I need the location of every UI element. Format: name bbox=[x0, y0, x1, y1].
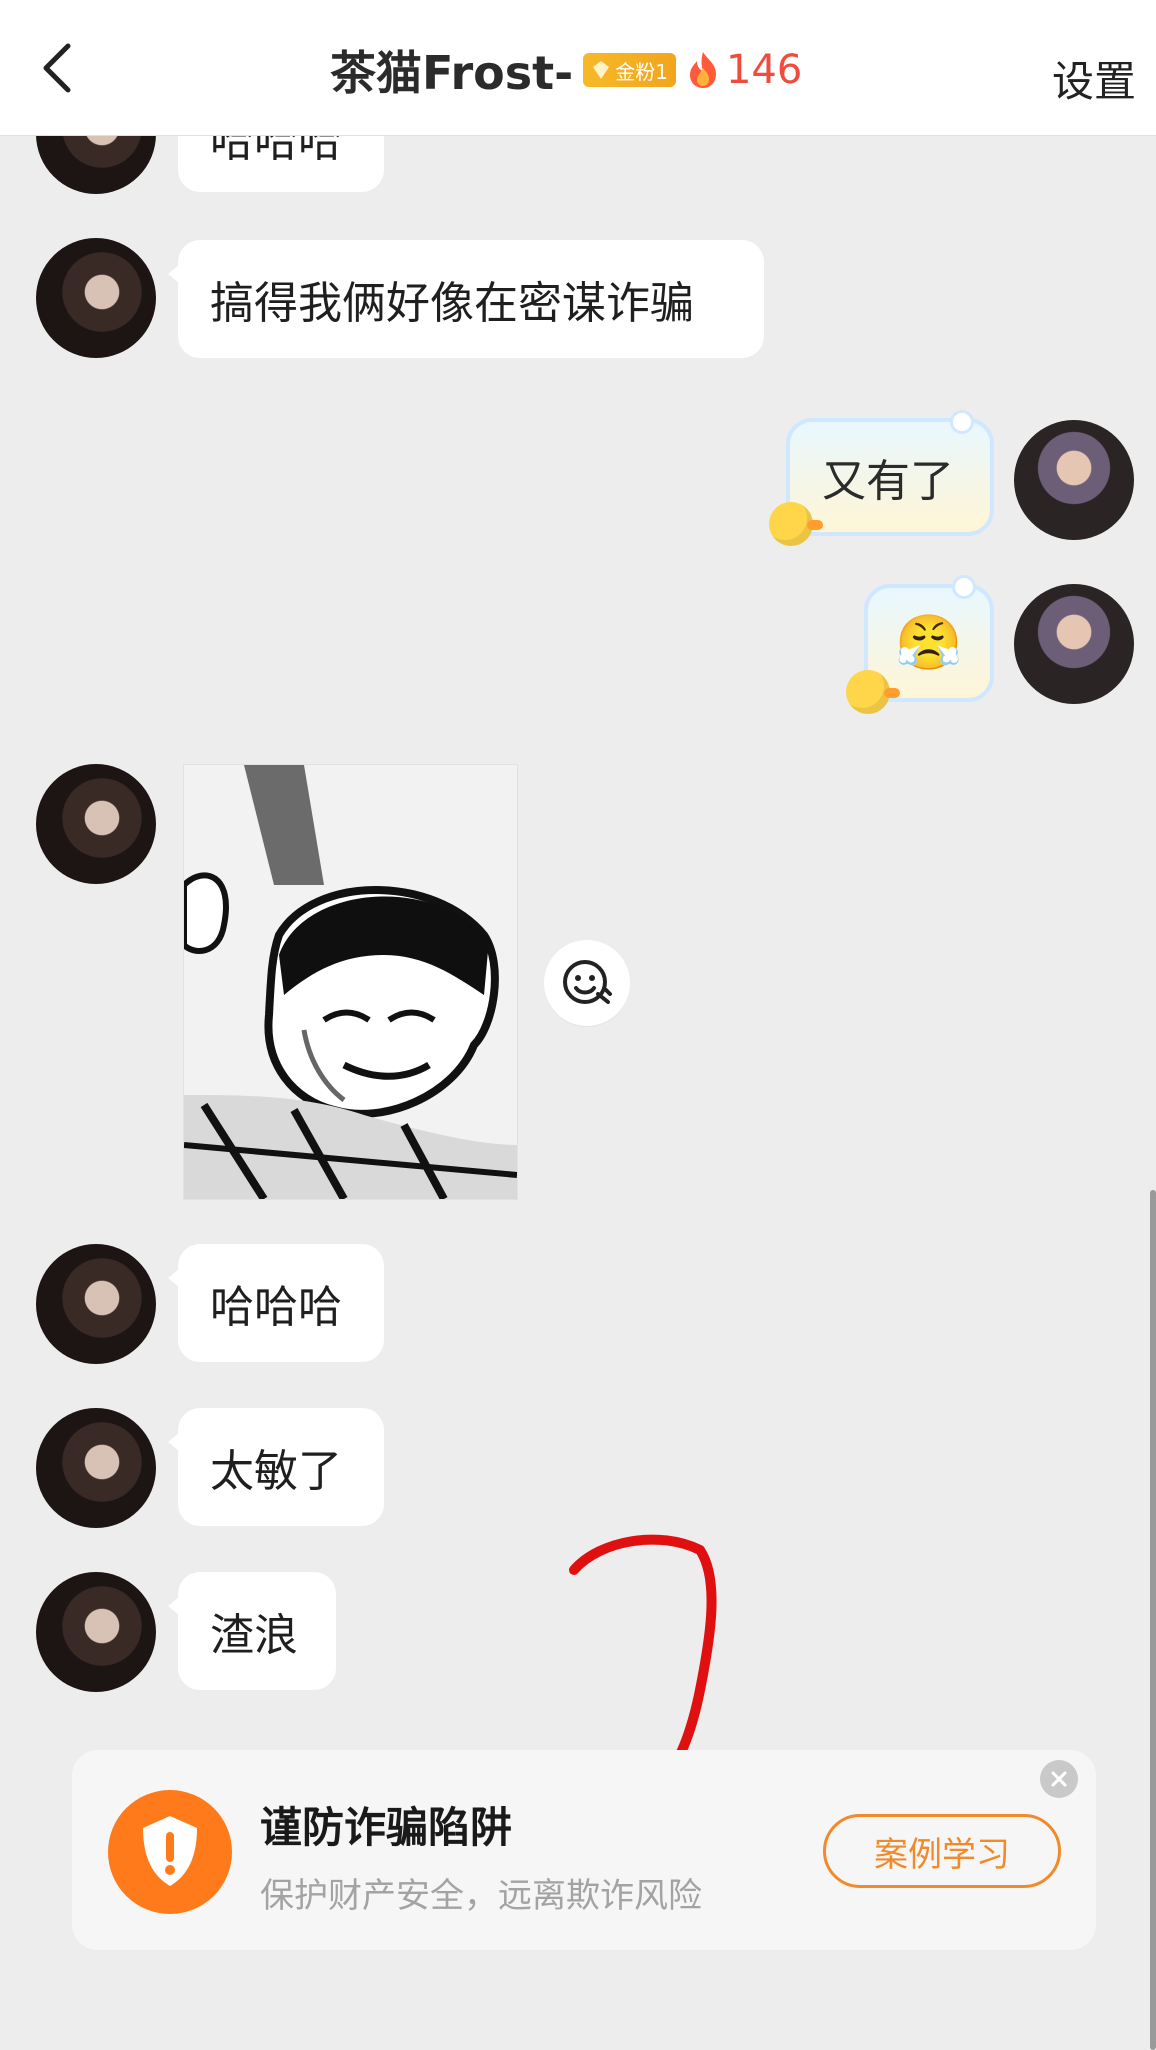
fan-badge[interactable]: 金粉1 bbox=[583, 53, 676, 87]
bubble-dot-decoration bbox=[952, 575, 976, 599]
close-icon bbox=[1051, 1771, 1067, 1787]
chat-header: 茶猫Frost- 金粉1 146 设置 bbox=[0, 0, 1156, 136]
sticker-image[interactable] bbox=[183, 764, 518, 1200]
message-text: 又有了 bbox=[822, 456, 954, 507]
avatar[interactable] bbox=[36, 764, 156, 884]
close-warning-button[interactable] bbox=[1040, 1760, 1078, 1798]
fire-count-value: 146 bbox=[725, 47, 803, 93]
duck-decoration-icon bbox=[846, 670, 900, 714]
fan-badge-text: 金粉1 bbox=[615, 59, 668, 84]
message-bubble[interactable]: 又有了 bbox=[786, 418, 994, 536]
emoji-add-icon bbox=[563, 960, 612, 1004]
avatar[interactable] bbox=[1014, 420, 1134, 540]
shield-badge bbox=[108, 1790, 232, 1914]
sticker-drawing bbox=[184, 765, 517, 1199]
message-bubble[interactable]: 渣浪 bbox=[168, 1572, 336, 1690]
chat-messages[interactable]: 哈哈哈 搞得我俩好像在密谋诈骗 又有了 😤 哈哈哈 太敏了 渣浪 bbox=[0, 0, 1156, 2050]
fire-count: 146 bbox=[686, 47, 802, 93]
message-bubble[interactable]: 哈哈哈 bbox=[168, 1244, 384, 1362]
chat-scrollbar[interactable] bbox=[1150, 1190, 1156, 2050]
message-text: 搞得我俩好像在密谋诈骗 bbox=[210, 278, 694, 329]
sticker-add-button[interactable] bbox=[544, 940, 630, 1026]
message-bubble[interactable]: 太敏了 bbox=[168, 1408, 384, 1526]
warning-title: 谨防诈骗陷阱 bbox=[260, 1803, 513, 1852]
message-text: 太敏了 bbox=[210, 1446, 342, 1497]
settings-button[interactable]: 设置 bbox=[1052, 48, 1136, 109]
emoji-message: 😤 bbox=[895, 611, 963, 674]
message-text: 渣浪 bbox=[210, 1610, 298, 1661]
bubble-dot-decoration bbox=[950, 410, 974, 434]
message-text: 哈哈哈 bbox=[210, 1282, 342, 1333]
diamond-icon bbox=[593, 61, 610, 79]
chevron-left-icon bbox=[43, 43, 71, 93]
chat-title-area: 茶猫Frost- 金粉1 146 bbox=[330, 40, 802, 100]
fire-icon bbox=[689, 52, 716, 88]
case-study-button[interactable]: 案例学习 bbox=[823, 1814, 1061, 1888]
avatar[interactable] bbox=[36, 1572, 156, 1692]
back-button[interactable] bbox=[30, 38, 90, 98]
duck-decoration-icon bbox=[769, 502, 823, 546]
avatar[interactable] bbox=[36, 1408, 156, 1528]
avatar[interactable] bbox=[1014, 584, 1134, 704]
message-bubble[interactable]: 搞得我俩好像在密谋诈骗 bbox=[168, 240, 764, 358]
warning-subtitle: 保护财产安全，远离欺诈风险 bbox=[260, 1876, 702, 1916]
chat-title: 茶猫Frost- bbox=[330, 46, 574, 100]
avatar[interactable] bbox=[36, 1244, 156, 1364]
fraud-warning-card: 谨防诈骗陷阱 保护财产安全，远离欺诈风险 案例学习 bbox=[72, 1750, 1096, 1950]
avatar[interactable] bbox=[36, 238, 156, 358]
shield-exclamation-icon bbox=[143, 1816, 197, 1886]
